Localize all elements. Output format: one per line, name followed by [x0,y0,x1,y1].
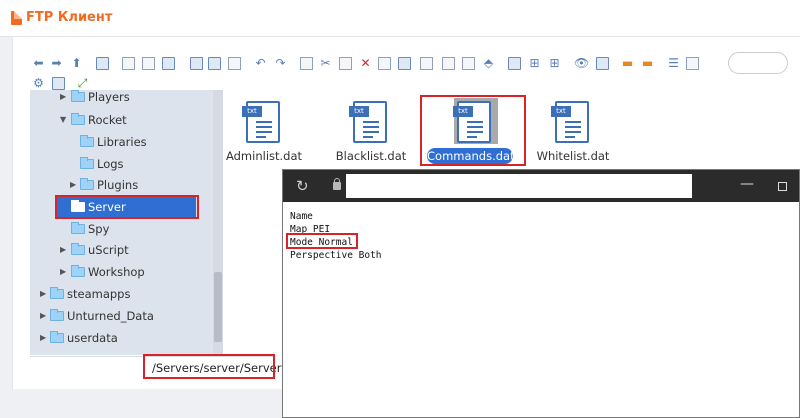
chevron-right-icon[interactable]: ▶ [40,328,50,348]
tree-item-workshop[interactable]: ▶ Workshop [30,262,213,282]
folder-icon [80,135,94,147]
info-icon[interactable] [596,57,609,70]
app-header: FTP Клиент [0,0,800,37]
cut-icon[interactable]: ✂ [319,57,332,70]
cursor-icon[interactable] [228,57,241,70]
reload-icon[interactable]: ↻ [296,177,309,195]
text-viewer-window: ↻ — Name Map PEI Mode Normal Perspective… [282,169,800,418]
file-adminlist[interactable]: txt Adminlist.dat [224,101,304,171]
settings-icon[interactable]: ⚙ [32,77,45,90]
tree-item-unturned-data[interactable]: ▶ Unturned_Data [30,306,213,326]
viewer-titlebar: ↻ — [283,170,799,202]
preview-icon[interactable]: 👁 [574,57,589,70]
forward-icon[interactable]: ➡ [50,57,63,70]
tree-item-uscript[interactable]: ▶ uScript [30,240,213,260]
text-file-icon: txt [242,101,280,143]
chevron-right-icon[interactable]: ▶ [40,306,50,326]
save-icon[interactable] [162,57,175,70]
folder-icon [50,287,64,299]
extract-icon[interactable]: ⬘ [482,57,495,70]
duplicate-icon[interactable] [420,57,433,70]
tree-item-logs[interactable]: Logs [30,154,213,174]
archive-icon[interactable] [462,57,475,70]
highlight-box-mode [286,233,358,249]
chevron-right-icon[interactable]: ▶ [60,90,70,107]
icons-view-icon[interactable] [508,57,521,70]
file-whitelist[interactable]: txt Whitelist.dat [533,101,613,171]
search-input[interactable] [728,52,788,74]
chevron-right-icon[interactable]: ▶ [70,175,80,195]
tree-item-plugins[interactable]: ▶ Plugins [30,175,213,195]
help-text-icon[interactable] [686,57,699,70]
chevron-right-icon[interactable]: ▶ [60,240,70,260]
tree-item-spy[interactable]: Spy [30,219,213,239]
highlight-box-path [143,354,275,379]
network-drive-icon[interactable]: ▬ [641,57,654,70]
tree-item-players[interactable]: ▶ Players [30,90,213,107]
tree-item-userdata[interactable]: ▶ userdata [30,328,213,348]
folder-icon [80,157,94,169]
folder-tree: ▶ Players ▼ Rocket Libraries Logs ▶ Plug… [30,90,223,355]
copy-icon[interactable] [300,57,313,70]
rename-icon[interactable] [378,57,391,70]
chevron-down-icon[interactable]: ▼ [60,110,70,130]
folder-icon [50,309,64,321]
folder-icon [80,178,94,190]
chevron-right-icon[interactable]: ▶ [60,262,70,282]
app-title: FTP Клиент [26,10,113,25]
drive-icon[interactable]: ▬ [621,57,634,70]
fullscreen-icon[interactable]: ⤢ [76,77,89,90]
scrollbar-thumb[interactable] [214,272,222,342]
undo-icon[interactable]: ↶ [254,57,267,70]
highlight-box-server [55,195,199,219]
delete-icon[interactable]: ✕ [359,57,372,70]
lock-icon [333,178,341,190]
folder-icon [71,113,85,125]
grid-view-icon[interactable]: ⊞ [528,57,541,70]
disk-icon[interactable] [208,57,221,70]
columns-icon[interactable] [190,57,203,70]
sort-icon[interactable]: ☰ [667,57,680,70]
content-line: Perspective Both [290,250,382,261]
tree-item-steamapps[interactable]: ▶ steamapps [30,284,213,304]
highlight-box-commands [420,95,526,166]
folder-icon [50,331,64,343]
folder-icon [71,243,85,255]
maximize-icon[interactable] [778,182,787,191]
content-line: Name [290,211,313,222]
tree-item-libraries[interactable]: Libraries [30,132,213,152]
tree-scrollbar[interactable] [213,90,223,356]
file-blacklist[interactable]: txt Blacklist.dat [331,101,411,171]
address-bar[interactable] [346,174,692,198]
text-file-icon: txt [551,101,589,143]
folder-icon [71,222,85,234]
chevron-right-icon[interactable]: ▶ [40,284,50,304]
redo-icon[interactable]: ↷ [274,57,287,70]
tree-item-rocket[interactable]: ▼ Rocket [30,110,213,130]
back-icon[interactable]: ⬅ [32,57,45,70]
list-view-icon[interactable]: ⊞ [548,57,561,70]
edit-icon[interactable] [398,57,411,70]
minimize-icon[interactable]: — [740,176,754,192]
computer-icon[interactable] [96,57,109,70]
folder-icon [71,265,85,277]
help-icon[interactable] [52,77,65,90]
select-all-icon[interactable] [442,57,455,70]
file-icon [11,11,22,25]
folder-icon [71,90,85,102]
paste-icon[interactable] [339,57,352,70]
text-file-icon: txt [349,101,387,143]
download-icon[interactable] [122,57,135,70]
up-icon[interactable]: ⬆ [70,57,83,70]
new-file-icon[interactable] [142,57,155,70]
